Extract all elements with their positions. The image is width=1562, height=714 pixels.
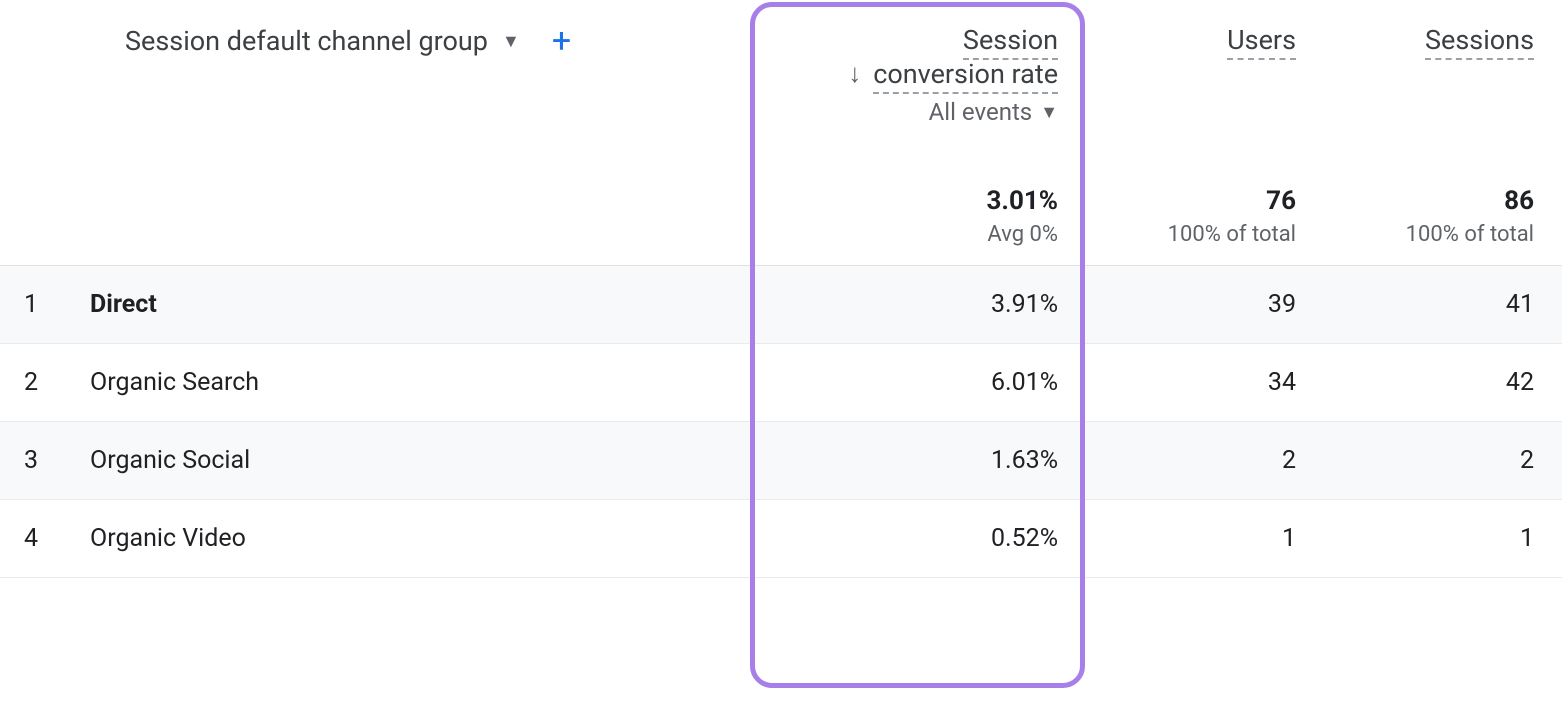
row-channel: Organic Search (90, 344, 726, 422)
row-conversion: 0.52% (726, 500, 1086, 578)
dimension-header-cell: Session default channel group ▼ + (0, 0, 726, 126)
add-dimension-button[interactable]: + (552, 24, 571, 58)
row-conversion: 1.63% (726, 422, 1086, 500)
summary-sessions-sub: 100% of total (1324, 222, 1534, 247)
row-index: 2 (0, 344, 90, 422)
row-channel: Organic Video (90, 500, 726, 578)
row-conversion: 6.01% (726, 344, 1086, 422)
row-users: 39 (1086, 266, 1324, 344)
sort-descending-icon[interactable]: ↓ (848, 61, 861, 87)
table-body: 1Direct3.91%39412Organic Search6.01%3442… (0, 266, 1562, 578)
conversion-label-line1: Session (963, 24, 1058, 60)
row-users: 2 (1086, 422, 1324, 500)
summary-users-value: 76 (1086, 186, 1296, 216)
summary-conversion-sub: Avg 0% (726, 222, 1058, 247)
conversion-event-filter[interactable]: All events ▼ (929, 98, 1058, 126)
dimension-picker[interactable]: Session default channel group (125, 25, 488, 57)
table-row[interactable]: 4Organic Video0.52%11 (0, 500, 1562, 578)
summary-row: 3.01% Avg 0% 76 100% of total 86 100% of… (0, 126, 1562, 266)
row-users: 1 (1086, 500, 1324, 578)
row-sessions: 1 (1324, 500, 1562, 578)
row-sessions: 41 (1324, 266, 1562, 344)
chevron-down-icon[interactable]: ▼ (502, 31, 520, 52)
row-channel: Direct (90, 266, 726, 344)
channel-table: Session default channel group ▼ + Sessio… (0, 0, 1562, 578)
summary-conversion-value: 3.01% (726, 186, 1058, 216)
summary-sessions-value: 86 (1324, 186, 1534, 216)
column-header-conversion[interactable]: Session ↓ conversion rate All events ▼ (726, 0, 1086, 126)
column-header-users[interactable]: Users (1086, 0, 1324, 126)
row-conversion: 3.91% (726, 266, 1086, 344)
row-sessions: 42 (1324, 344, 1562, 422)
row-index: 3 (0, 422, 90, 500)
chevron-down-icon: ▼ (1040, 102, 1058, 123)
row-sessions: 2 (1324, 422, 1562, 500)
conversion-label-line2: conversion rate (873, 58, 1058, 94)
row-index: 4 (0, 500, 90, 578)
row-users: 34 (1086, 344, 1324, 422)
table-row[interactable]: 2Organic Search6.01%3442 (0, 344, 1562, 422)
summary-users-sub: 100% of total (1086, 222, 1296, 247)
row-channel: Organic Social (90, 422, 726, 500)
table-row[interactable]: 1Direct3.91%3941 (0, 266, 1562, 344)
column-header-sessions[interactable]: Sessions (1324, 0, 1562, 126)
table-row[interactable]: 3Organic Social1.63%22 (0, 422, 1562, 500)
row-index: 1 (0, 266, 90, 344)
